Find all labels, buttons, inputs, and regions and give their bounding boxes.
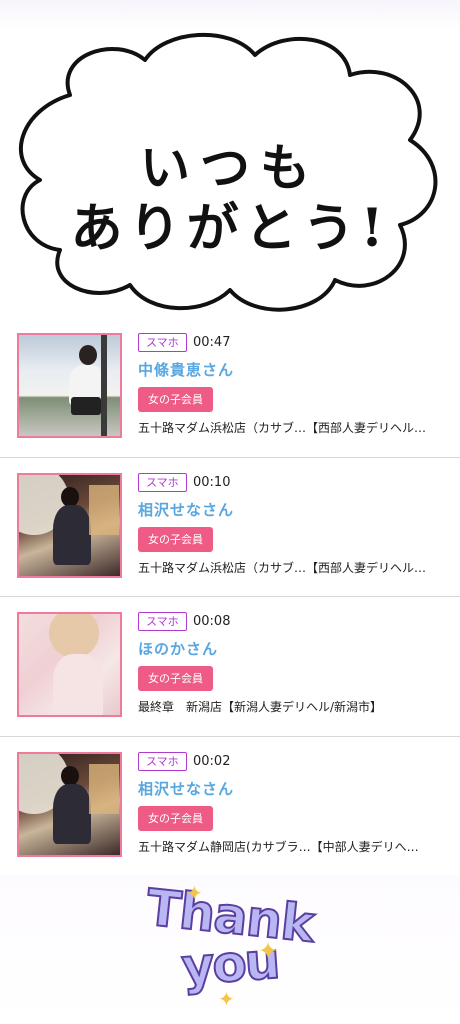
list-item[interactable]: スマホ 00:02 相沢せなさん 女の子会員 五十路マダム静岡店(カサブラ…【中… (0, 737, 460, 876)
member-name-link[interactable]: 相沢せなさん (138, 499, 234, 520)
member-type-button[interactable]: 女の子会員 (138, 666, 213, 691)
visit-time: 00:10 (193, 474, 231, 490)
shop-name[interactable]: 五十路マダム静岡店(カサブラ…【中部人妻デリへ… (138, 838, 443, 856)
profile-photo[interactable] (17, 751, 122, 857)
smartphone-badge: スマホ (138, 612, 187, 631)
member-type-button[interactable]: 女の子会員 (138, 387, 213, 412)
banner-text-line2: ありがとう! (70, 198, 390, 259)
profile-photo[interactable] (17, 333, 122, 438)
smartphone-badge: スマホ (138, 472, 187, 492)
shop-name[interactable]: 最終章 新潟店【新潟人妻デリヘル/新潟市】 (138, 698, 443, 716)
visit-time: 00:02 (193, 753, 231, 769)
member-name-link[interactable]: ほのかさん (138, 638, 218, 659)
shop-name[interactable]: 五十路マダム浜松店（カサブ…【西部人妻デリヘル… (138, 559, 443, 577)
visit-time: 00:47 (193, 335, 231, 350)
profile-photo[interactable] (17, 472, 122, 578)
sparkle-icon: ✦ (218, 987, 235, 1011)
profile-photo[interactable] (17, 612, 122, 717)
list-item[interactable]: スマホ 00:08 ほのかさん 女の子会員 最終章 新潟店【新潟人妻デリヘル/新… (0, 597, 460, 737)
list-item[interactable]: スマホ 00:10 相沢せなさん 女の子会員 五十路マダム浜松店（カサブ…【西部… (0, 458, 460, 597)
smartphone-badge: スマホ (138, 333, 187, 352)
shop-name[interactable]: 五十路マダム浜松店（カサブ…【西部人妻デリヘル… (138, 419, 443, 437)
member-name-link[interactable]: 相沢せなさん (138, 778, 234, 799)
visit-time: 00:08 (193, 614, 231, 629)
smartphone-badge: スマホ (138, 751, 187, 771)
member-type-button[interactable]: 女の子会員 (138, 805, 213, 831)
sparkle-icon: ✦ (186, 881, 203, 905)
sparkle-icon: ✦ (258, 937, 279, 965)
thanks-banner-top: いつも ありがとう! (0, 0, 460, 330)
visitor-list: スマホ 00:47 中條貴恵さん 女の子会員 五十路マダム浜松店（カサブ…【西部… (0, 318, 460, 876)
thanks-banner-bottom: Thank you ✦ ✦ ✦ (0, 875, 460, 1024)
member-name-link[interactable]: 中條貴恵さん (138, 359, 234, 380)
member-type-button[interactable]: 女の子会員 (138, 526, 213, 552)
list-item[interactable]: スマホ 00:47 中條貴恵さん 女の子会員 五十路マダム浜松店（カサブ…【西部… (0, 318, 460, 458)
